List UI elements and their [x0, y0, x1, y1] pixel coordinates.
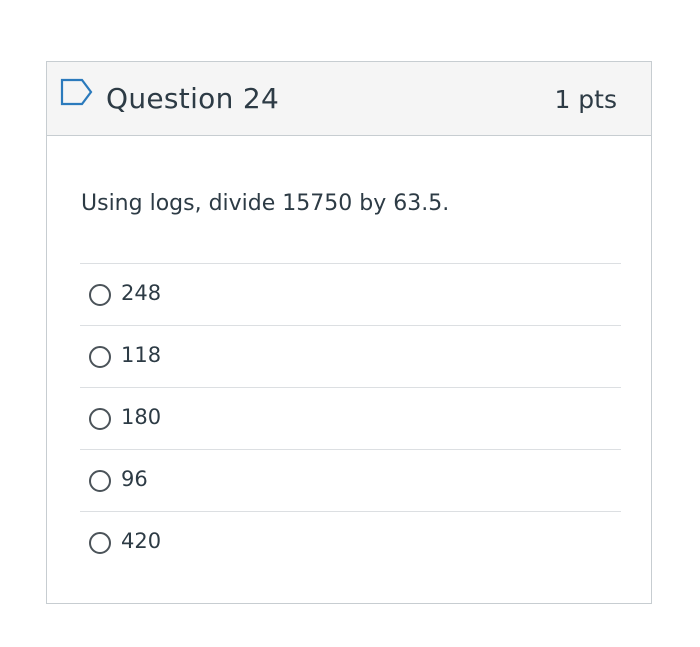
- radio-button[interactable]: [89, 470, 111, 492]
- answer-option[interactable]: 96: [80, 449, 621, 511]
- question-header: Question 24 1 pts: [47, 62, 651, 136]
- radio-button[interactable]: [89, 532, 111, 554]
- question-title: Question 24: [106, 82, 280, 115]
- answer-option[interactable]: 420: [80, 511, 621, 573]
- answer-label[interactable]: 180: [121, 402, 161, 432]
- radio-button[interactable]: [89, 284, 111, 306]
- flag-icon[interactable]: [60, 78, 94, 106]
- question-text: Using logs, divide 15750 by 63.5.: [81, 191, 450, 216]
- answer-option[interactable]: 248: [80, 263, 621, 325]
- radio-button[interactable]: [89, 408, 111, 430]
- answer-label[interactable]: 248: [121, 278, 161, 308]
- answer-label[interactable]: 118: [121, 340, 161, 370]
- answer-list: 248 118 180 96 420: [80, 263, 621, 573]
- question-points: 1 pts: [554, 85, 617, 114]
- question-card: Question 24 1 pts Using logs, divide 157…: [46, 61, 652, 604]
- answer-label[interactable]: 420: [121, 526, 161, 556]
- answer-label[interactable]: 96: [121, 464, 148, 494]
- radio-button[interactable]: [89, 346, 111, 368]
- answer-option[interactable]: 180: [80, 387, 621, 449]
- answer-option[interactable]: 118: [80, 325, 621, 387]
